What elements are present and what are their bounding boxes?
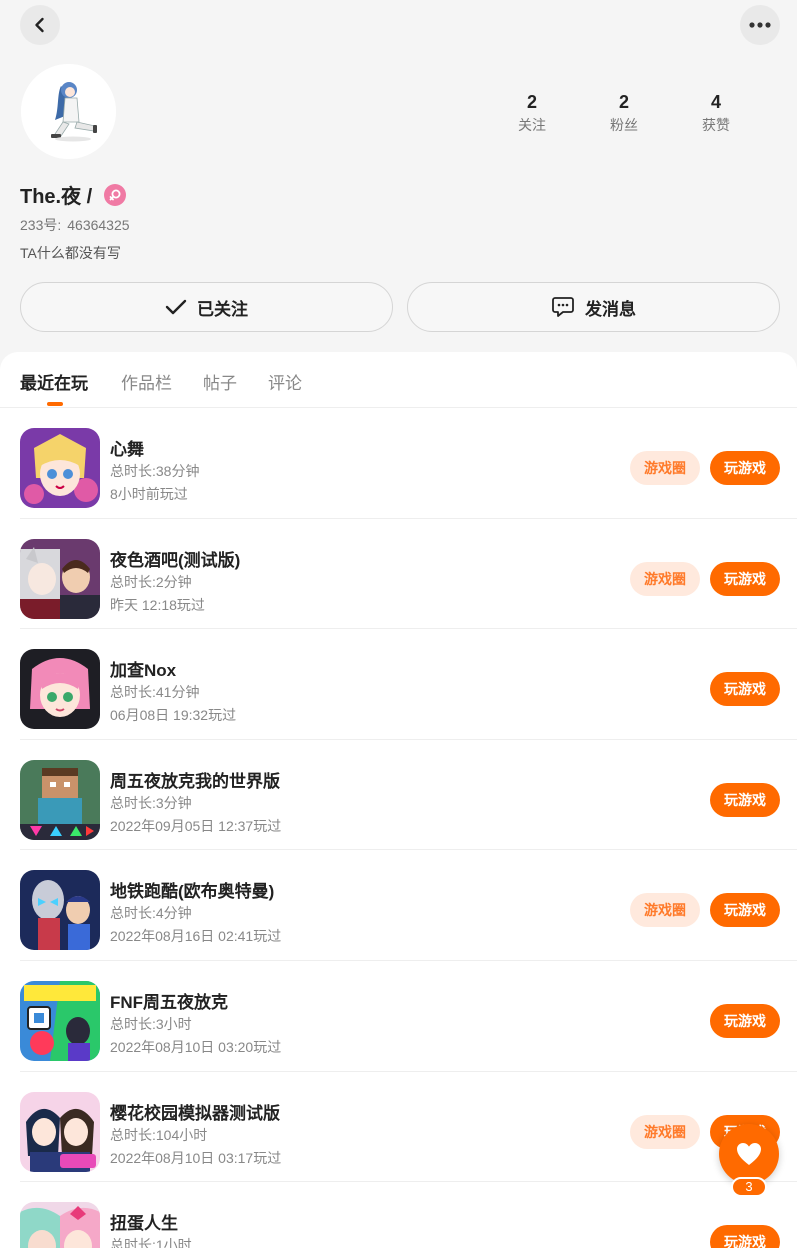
game-circle-button[interactable]: 游戏圈 (630, 893, 700, 928)
game-name: 扭蛋人生 (110, 1214, 178, 1234)
play-game-button[interactable]: 玩游戏 (710, 561, 780, 596)
avatar-illustration (21, 64, 116, 159)
game-list: 心舞 总时长:38分钟 8小时前玩过 游戏圈 玩游戏 夜色酒吧(测试版) 总时长… (0, 408, 797, 1248)
play-game-button[interactable]: 玩游戏 (710, 893, 780, 928)
list-item[interactable]: 地铁跑酷(欧布奥特曼) 总时长:4分钟 2022年08月16日 02:41玩过 … (20, 850, 797, 961)
top-bar (0, 0, 797, 60)
username: The.夜 / (20, 186, 93, 208)
content-panel: 最近在玩 作品栏 帖子 评论 心舞 总时长:38分钟 8小时前玩过 游戏圈 玩游… (0, 352, 797, 1248)
game-last-played: 06月08日 19:32玩过 (110, 707, 237, 724)
floating-like-button[interactable] (719, 1124, 779, 1184)
check-icon (165, 299, 187, 315)
user-id-value: 46364325 (67, 217, 130, 233)
game-last-played: 2022年08月10日 03:17玩过 (110, 1149, 282, 1166)
bio: TA什么都没有写 (20, 245, 121, 261)
game-duration: 总时长:3小时 (110, 1015, 192, 1032)
gender-badge (104, 183, 127, 206)
stat-following[interactable]: 2 关注 (486, 90, 578, 136)
like-count-badge: 3 (731, 1177, 767, 1197)
list-item[interactable]: 扭蛋人生 总时长:1小时 玩游戏 (20, 1182, 797, 1248)
game-name: 夜色酒吧(测试版) (110, 550, 241, 570)
game-icon (20, 1202, 100, 1248)
stat-followers[interactable]: 2 粉丝 (578, 90, 670, 136)
send-message-label: 发消息 (585, 299, 636, 319)
play-game-button[interactable]: 玩游戏 (710, 782, 780, 817)
list-item[interactable]: 夜色酒吧(测试版) 总时长:2分钟 昨天 12:18玩过 游戏圈 玩游戏 (20, 519, 797, 630)
game-name: 心舞 (110, 440, 144, 459)
game-circle-button[interactable]: 游戏圈 (630, 451, 700, 485)
game-duration: 总时长:38分钟 (110, 463, 200, 479)
tab-indicator (47, 402, 63, 406)
game-duration: 总时长:4分钟 (110, 905, 192, 922)
tab-posts[interactable]: 帖子 (203, 369, 237, 394)
game-last-played: 2022年08月16日 02:41玩过 (110, 928, 282, 945)
game-last-played: 2022年09月05日 12:37玩过 (110, 817, 282, 834)
list-item[interactable]: FNF周五夜放克 总时长:3小时 2022年08月10日 03:20玩过 玩游戏 (20, 961, 797, 1072)
list-item[interactable]: 心舞 总时长:38分钟 8小时前玩过 游戏圈 玩游戏 (20, 408, 797, 519)
send-message-button[interactable]: 发消息 (407, 282, 780, 332)
tab-bar: 最近在玩 作品栏 帖子 评论 (0, 352, 797, 408)
list-item[interactable]: 樱花校园模拟器测试版 总时长:104小时 2022年08月10日 03:17玩过… (20, 1072, 797, 1183)
game-icon (20, 649, 100, 730)
tab-recently-played[interactable]: 最近在玩 (20, 369, 88, 394)
game-circle-button[interactable]: 游戏圈 (630, 1114, 700, 1149)
more-horizontal-icon (749, 22, 771, 28)
more-button[interactable] (740, 5, 780, 45)
game-icon (20, 538, 100, 619)
chat-bubble-icon (552, 297, 574, 317)
user-id: 233号: 46364325 (20, 215, 130, 235)
game-last-played: 昨天 12:18玩过 (110, 596, 205, 613)
play-game-button[interactable]: 玩游戏 (710, 1225, 780, 1248)
list-item[interactable]: 加查Nox 总时长:41分钟 06月08日 19:32玩过 玩游戏 (20, 629, 797, 740)
game-duration: 总时长:1小时 (110, 1237, 192, 1248)
profile-stats: 2 关注 2 粉丝 4 获赞 (486, 90, 764, 136)
game-icon (20, 1091, 100, 1172)
game-last-played: 8小时前玩过 (110, 486, 188, 502)
game-icon (20, 428, 100, 508)
game-name: FNF周五夜放克 (110, 992, 229, 1012)
stat-label: 关注 (518, 117, 546, 133)
play-game-button[interactable]: 玩游戏 (710, 672, 780, 707)
heart-icon (737, 1143, 761, 1165)
game-name: 周五夜放克我的世界版 (110, 771, 280, 791)
list-item[interactable]: 周五夜放克我的世界版 总时长:3分钟 2022年09月05日 12:37玩过 玩… (20, 740, 797, 851)
game-duration: 总时长:3分钟 (110, 794, 192, 811)
stat-label: 获赞 (702, 117, 730, 133)
tab-works[interactable]: 作品栏 (121, 369, 172, 394)
followed-button[interactable]: 已关注 (20, 282, 393, 332)
game-duration: 总时长:2分钟 (110, 573, 192, 590)
female-icon (109, 189, 121, 200)
stat-value: 2 (618, 92, 629, 112)
tab-comments[interactable]: 评论 (268, 369, 302, 394)
followed-label: 已关注 (197, 299, 248, 319)
play-game-button[interactable]: 玩游戏 (710, 1003, 780, 1038)
user-id-label: 233号: (20, 217, 62, 233)
game-name: 樱花校园模拟器测试版 (110, 1103, 280, 1123)
stat-value: 2 (526, 92, 537, 112)
stat-likes[interactable]: 4 获赞 (670, 90, 762, 136)
avatar[interactable] (21, 64, 116, 159)
game-name: 地铁跑酷(欧布奥特曼) (110, 882, 275, 902)
game-circle-button[interactable]: 游戏圈 (630, 561, 700, 596)
game-duration: 总时长:104小时 (110, 1126, 208, 1143)
username-row: The.夜 / (20, 180, 127, 209)
stat-label: 粉丝 (610, 117, 638, 133)
game-icon (20, 759, 100, 840)
game-name: 加查Nox (110, 661, 177, 681)
game-icon (20, 870, 100, 951)
game-icon (20, 980, 100, 1061)
back-button[interactable] (20, 5, 60, 45)
stat-value: 4 (710, 92, 721, 112)
play-game-button[interactable]: 玩游戏 (710, 451, 780, 485)
chevron-left-icon (35, 17, 44, 33)
game-last-played: 2022年08月10日 03:20玩过 (110, 1038, 282, 1055)
game-duration: 总时长:41分钟 (110, 684, 200, 701)
